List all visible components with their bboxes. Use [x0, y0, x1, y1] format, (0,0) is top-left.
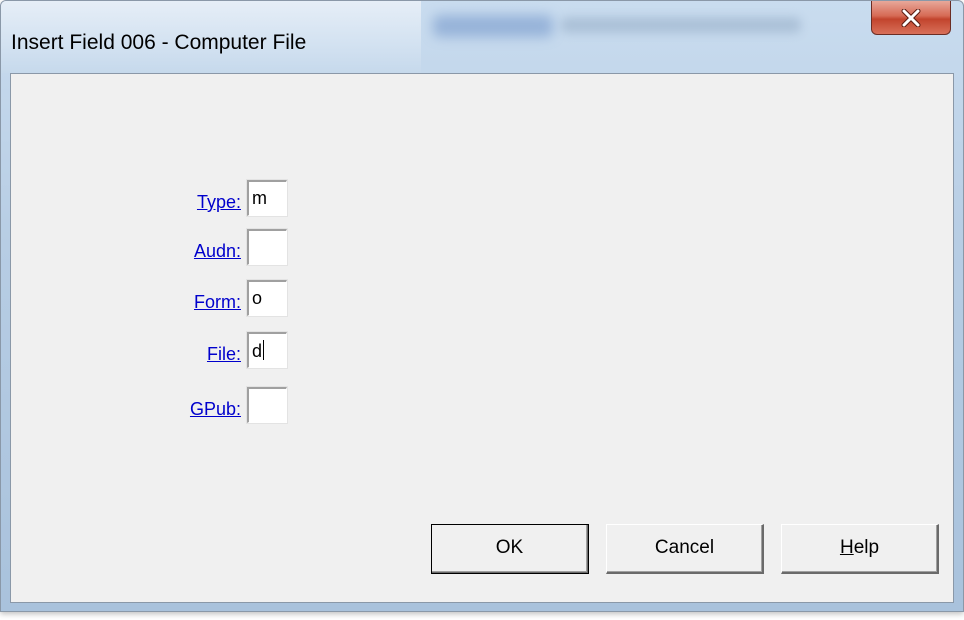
- type-value: m: [252, 188, 267, 208]
- file-label-link[interactable]: File:: [207, 344, 241, 365]
- close-button[interactable]: [871, 1, 951, 35]
- background-blur: [433, 15, 553, 37]
- audn-input[interactable]: [246, 228, 288, 266]
- field-row-file: File: d: [11, 331, 411, 370]
- form-value: o: [252, 288, 263, 308]
- dialog-window: Insert Field 006 - Computer File Type: m…: [0, 0, 964, 612]
- field-row-gpub: GPub:: [11, 386, 411, 425]
- field-row-type: Type: m: [11, 179, 411, 218]
- help-label-rest: elp: [853, 537, 880, 558]
- type-input[interactable]: m: [246, 179, 288, 217]
- type-label-link[interactable]: Type:: [197, 192, 241, 213]
- background-blur: [561, 17, 801, 33]
- title-bar[interactable]: Insert Field 006 - Computer File: [1, 1, 963, 73]
- form-label-link[interactable]: Form:: [194, 292, 241, 313]
- window-title: Insert Field 006 - Computer File: [11, 31, 307, 54]
- text-caret: [263, 340, 265, 360]
- gpub-input[interactable]: [246, 386, 288, 424]
- field-row-form: Form: o: [11, 279, 411, 318]
- cancel-button[interactable]: Cancel: [606, 524, 764, 574]
- help-button[interactable]: Help: [781, 524, 939, 574]
- form-input[interactable]: o: [246, 279, 288, 317]
- file-input[interactable]: d: [246, 331, 288, 369]
- dialog-client-area: Type: m Audn: Form: o File: d GPub: OK C…: [10, 73, 954, 603]
- gpub-label-link[interactable]: GPub:: [190, 399, 241, 420]
- help-mnemonic: H: [839, 537, 854, 558]
- close-x-icon: [901, 9, 921, 27]
- field-row-audn: Audn:: [11, 228, 411, 267]
- ok-button[interactable]: OK: [431, 524, 589, 574]
- file-value: d: [252, 341, 263, 361]
- audn-label-link[interactable]: Audn:: [194, 241, 241, 262]
